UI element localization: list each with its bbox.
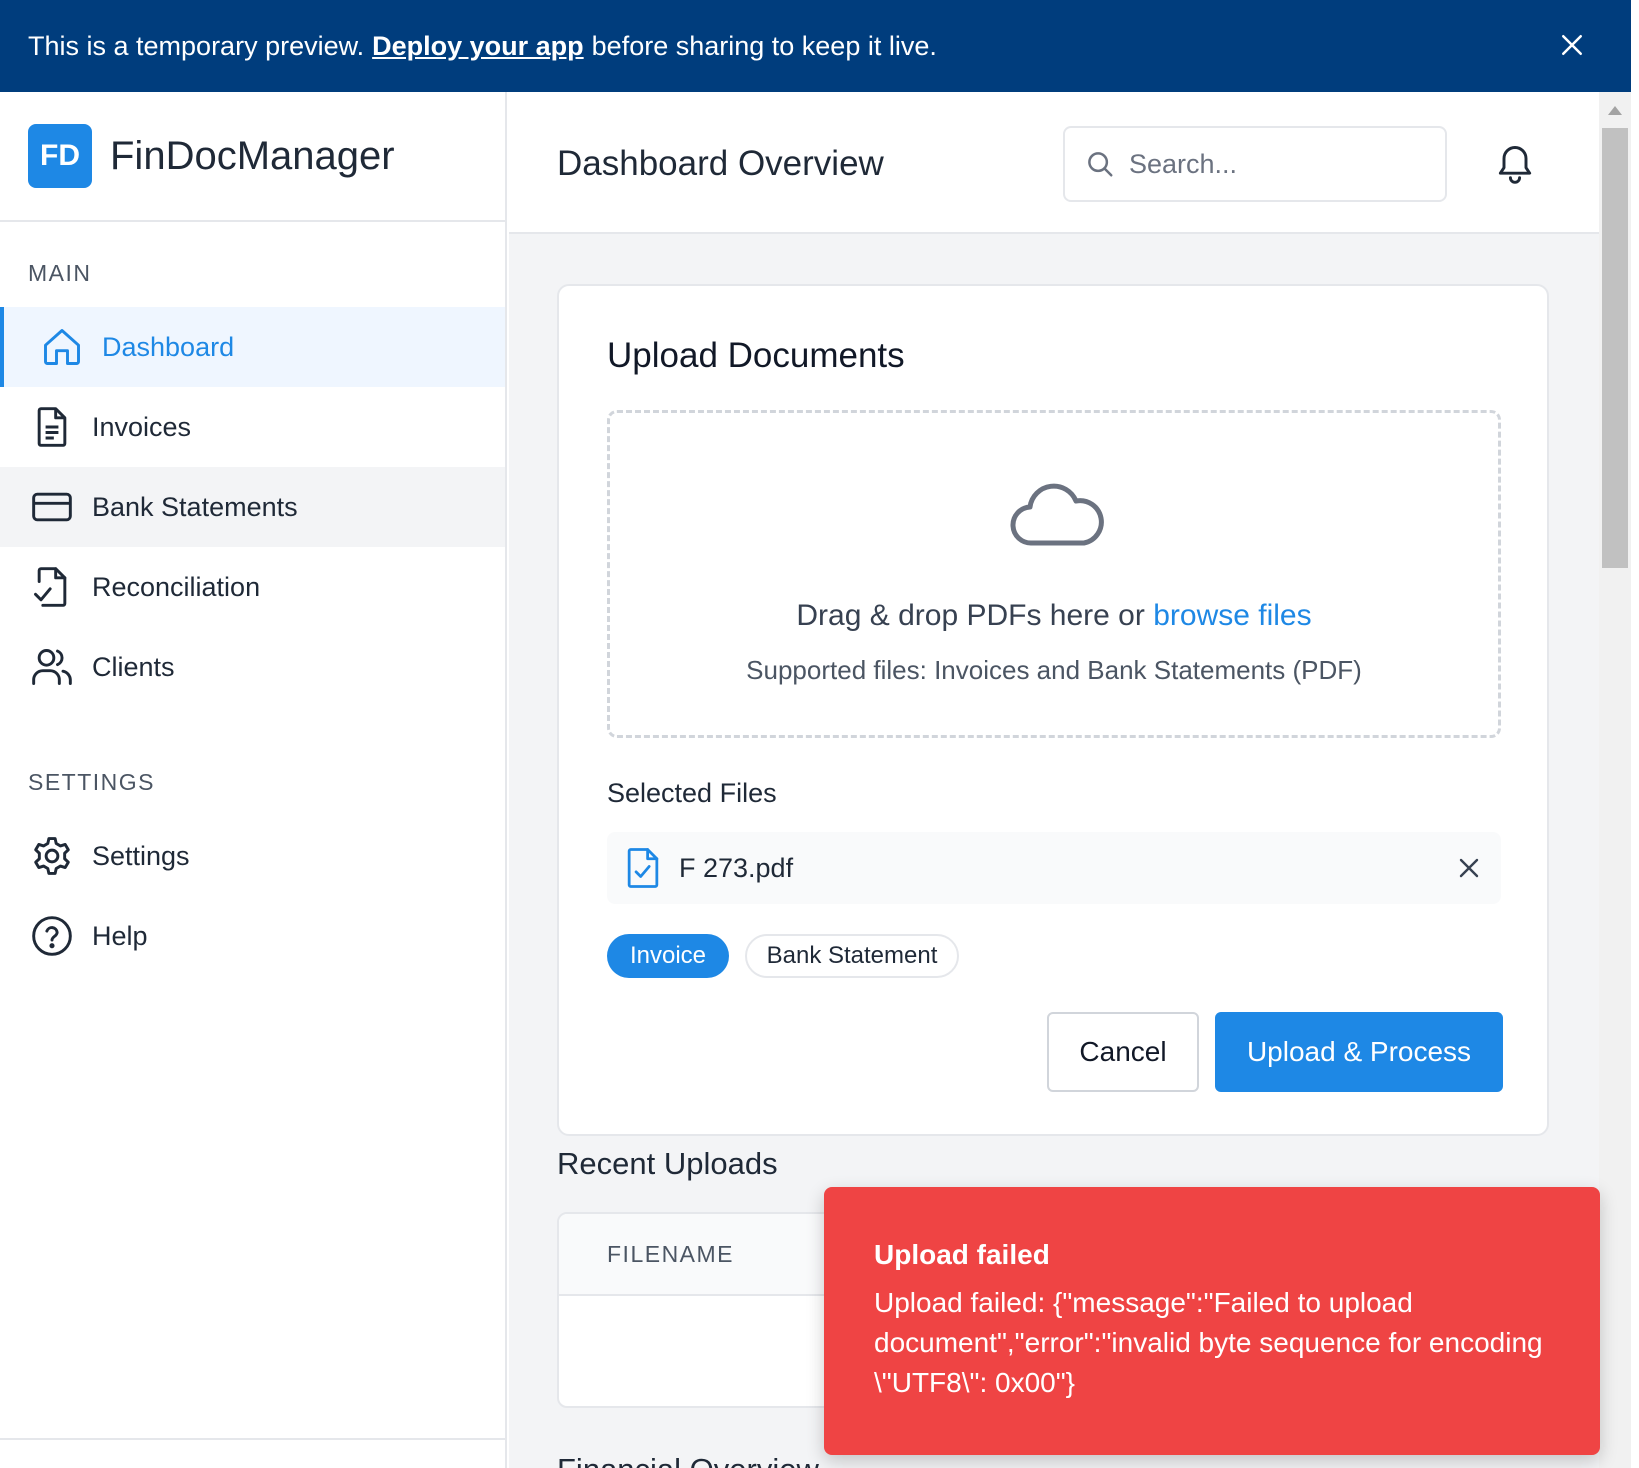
recent-uploads-title: Recent Uploads: [557, 1146, 778, 1181]
top-header: Dashboard Overview: [509, 92, 1599, 234]
supported-files-hint: Supported files: Invoices and Bank State…: [746, 655, 1362, 685]
preview-banner: This is a temporary preview. Deploy your…: [0, 0, 1631, 92]
banner-text-after: before sharing to keep it live.: [591, 30, 937, 61]
home-icon: [44, 329, 80, 365]
sidebar-item-label: Bank Statements: [92, 491, 298, 522]
sidebar-item-help[interactable]: Help: [0, 896, 505, 976]
brand-name: FinDocManager: [110, 133, 395, 178]
drop-instructions: Drag & drop PDFs here or browse files: [610, 599, 1498, 633]
banner-text-before: This is a temporary preview.: [28, 30, 365, 61]
cloud-icon: [1010, 483, 1104, 546]
sidebar: FD FinDocManager MAIN Dashboard Invoices…: [0, 92, 507, 1468]
close-icon[interactable]: [1557, 30, 1587, 60]
selected-files-label: Selected Files: [607, 778, 777, 808]
sidebar-item-reconciliation[interactable]: Reconciliation: [0, 547, 505, 627]
upload-process-button[interactable]: Upload & Process: [1215, 1012, 1503, 1092]
sidebar-item-label: Settings: [92, 840, 190, 871]
upload-title: Upload Documents: [607, 336, 905, 375]
section-label-settings: SETTINGS: [28, 769, 156, 795]
sidebar-item-label: Invoices: [92, 411, 192, 442]
cancel-button[interactable]: Cancel: [1047, 1012, 1199, 1092]
document-icon: [37, 407, 67, 447]
toast-message: Upload failed: {"message":"Failed to upl…: [874, 1287, 1543, 1398]
file-check-icon: [627, 848, 659, 888]
drop-text: Drag & drop PDFs here or: [796, 599, 1145, 632]
scrollbar[interactable]: [1599, 92, 1631, 1468]
bell-icon[interactable]: [1493, 142, 1537, 186]
sidebar-item-label: Dashboard: [102, 331, 235, 362]
dropzone[interactable]: Drag & drop PDFs here or browse files Su…: [607, 410, 1501, 738]
browse-files-link[interactable]: browse files: [1153, 599, 1311, 632]
gear-icon: [34, 837, 70, 875]
search-icon: [1088, 152, 1113, 177]
sidebar-item-label: Help: [92, 920, 148, 951]
sidebar-divider: [0, 1438, 505, 1440]
upload-card: Upload Documents Drag & drop PDFs here o…: [557, 284, 1549, 1136]
search-box[interactable]: [1063, 126, 1447, 202]
financial-overview-title: Financial Overview: [557, 1452, 819, 1468]
scrollbar-thumb[interactable]: [1602, 128, 1628, 568]
sidebar-item-dashboard[interactable]: Dashboard: [0, 307, 505, 387]
sidebar-item-invoices[interactable]: Invoices: [0, 387, 505, 467]
column-filename: FILENAME: [607, 1240, 735, 1267]
sidebar-item-label: Reconciliation: [92, 571, 261, 602]
toast-title: Upload failed: [874, 1239, 1050, 1270]
sidebar-item-settings[interactable]: Settings: [0, 816, 505, 896]
file-name: F 273.pdf: [679, 852, 794, 883]
section-label-main: MAIN: [28, 260, 92, 286]
sidebar-item-clients[interactable]: Clients: [0, 627, 505, 707]
scroll-up-arrow-icon[interactable]: [1608, 106, 1622, 115]
help-circle-icon: [32, 916, 72, 956]
doc-type-invoice[interactable]: Invoice: [607, 934, 729, 978]
sidebar-item-label: Clients: [92, 651, 175, 682]
error-toast[interactable]: Upload failed Upload failed: {"message":…: [824, 1187, 1600, 1455]
brand-logo: FD: [28, 124, 92, 188]
remove-file-icon[interactable]: [1457, 856, 1481, 880]
sidebar-item-bank-statements[interactable]: Bank Statements: [0, 467, 505, 547]
users-icon: [32, 649, 72, 685]
credit-card-icon: [32, 492, 72, 522]
window-edge: [1631, 0, 1639, 1468]
brand[interactable]: FD FinDocManager: [0, 92, 505, 222]
search-input[interactable]: [1129, 148, 1409, 180]
doc-type-bank-statement[interactable]: Bank Statement: [745, 934, 959, 978]
selected-file-row: F 273.pdf: [607, 832, 1501, 904]
document-check-icon: [34, 567, 67, 607]
deploy-app-link[interactable]: Deploy your app: [372, 31, 584, 62]
page-title: Dashboard Overview: [557, 144, 884, 183]
